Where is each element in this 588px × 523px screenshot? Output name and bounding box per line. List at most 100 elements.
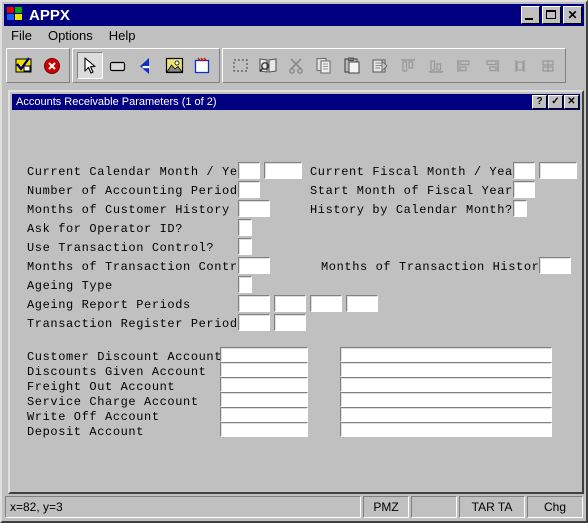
align-center-v-button[interactable] xyxy=(535,52,561,79)
label-ageing-report-periods: Ageing Report Periods xyxy=(27,298,191,312)
toolbar xyxy=(4,46,584,85)
use-transaction-control-input[interactable] xyxy=(239,242,251,258)
help-button[interactable]: ? xyxy=(532,95,547,109)
ageing-report-period-2-field[interactable] xyxy=(274,295,306,315)
write-off-account-field-a[interactable] xyxy=(220,407,308,426)
history-by-calendar-month-input[interactable] xyxy=(514,204,526,220)
write-off-account-field-b[interactable] xyxy=(340,407,552,426)
deposit-account-field-b[interactable] xyxy=(340,422,552,441)
confirm-button[interactable] xyxy=(11,52,37,79)
close-button[interactable]: ✕ xyxy=(563,6,582,24)
align-left-button[interactable] xyxy=(451,52,477,79)
child-window-titlebar[interactable]: Accounts Receivable Parameters (1 of 2) … xyxy=(12,94,580,110)
select-all-button[interactable] xyxy=(227,52,253,79)
toolbar-group-tools xyxy=(72,48,220,83)
properties-button[interactable] xyxy=(367,52,393,79)
toolbar-group-edit xyxy=(222,48,566,83)
rectangle-tool-button[interactable] xyxy=(105,52,131,79)
months-of-transaction-control-input[interactable] xyxy=(239,261,269,277)
deposit-account-field-a[interactable] xyxy=(220,422,308,441)
close-child-button[interactable]: ✕ xyxy=(564,95,579,109)
image-tool-button[interactable] xyxy=(161,52,187,79)
menu-help[interactable]: Help xyxy=(102,27,143,45)
customer-discount-account-field-b[interactable] xyxy=(340,347,552,366)
menu-options[interactable]: Options xyxy=(41,27,100,45)
use-transaction-control-field[interactable] xyxy=(238,238,252,258)
ageing-type-field[interactable] xyxy=(238,276,252,296)
discounts-given-account-field-b[interactable] xyxy=(340,362,552,381)
months-of-transaction-history-field[interactable] xyxy=(539,257,571,277)
number-of-accounting-periods-field[interactable] xyxy=(238,181,260,201)
service-charge-account-field-a[interactable] xyxy=(220,392,308,411)
accept-button[interactable]: ✓ xyxy=(548,95,563,109)
new-window-icon xyxy=(194,57,210,73)
customer-discount-account-field-a[interactable] xyxy=(220,347,308,366)
align-center-h-button[interactable] xyxy=(507,52,533,79)
months-of-customer-history-input[interactable] xyxy=(239,204,269,220)
menu-file[interactable]: File xyxy=(4,27,39,45)
start-month-of-fiscal-year-input[interactable] xyxy=(514,185,534,201)
minimize-button[interactable] xyxy=(521,6,540,24)
align-center-vertical-icon xyxy=(542,59,554,72)
form-area: Current Calendar Month / Year Number of … xyxy=(12,112,580,490)
align-right-button[interactable] xyxy=(479,52,505,79)
service-charge-account-field-b[interactable] xyxy=(340,392,552,411)
arrow-pointer-icon xyxy=(84,56,96,74)
discounts-given-account-field-a[interactable] xyxy=(220,362,308,381)
deposit-account-input-a[interactable] xyxy=(221,427,307,441)
ageing-type-input[interactable] xyxy=(239,280,251,296)
number-of-accounting-periods-input[interactable] xyxy=(239,185,259,201)
ask-for-operator-id-field[interactable] xyxy=(238,219,252,239)
window-titlebar[interactable]: APPX ✕ xyxy=(4,4,584,26)
label-ageing-type: Ageing Type xyxy=(27,279,113,293)
history-by-calendar-month-field[interactable] xyxy=(513,200,527,220)
maximize-button[interactable] xyxy=(542,6,561,24)
deposit-account-input-b[interactable] xyxy=(341,427,551,441)
current-fiscal-year-input[interactable] xyxy=(540,166,576,182)
minimize-icon xyxy=(525,18,533,20)
current-fiscal-year-field[interactable] xyxy=(539,162,577,182)
start-month-of-fiscal-year-field[interactable] xyxy=(513,181,535,201)
label-write-off-account: Write Off Account xyxy=(27,410,160,424)
ask-for-operator-id-input[interactable] xyxy=(239,223,251,239)
select-tool-button[interactable] xyxy=(77,52,103,79)
current-calendar-month-field[interactable] xyxy=(238,162,260,182)
transaction-register-period-2-field[interactable] xyxy=(274,314,306,334)
transaction-register-period-2-input[interactable] xyxy=(275,318,305,334)
ageing-report-period-4-field[interactable] xyxy=(346,295,378,315)
months-of-customer-history-field[interactable] xyxy=(238,200,270,220)
ageing-report-period-1-input[interactable] xyxy=(239,299,269,315)
freight-out-account-field-a[interactable] xyxy=(220,377,308,396)
current-fiscal-month-input[interactable] xyxy=(514,166,534,182)
copy-button[interactable] xyxy=(311,52,337,79)
document-properties-icon xyxy=(372,58,388,73)
label-number-of-accounting-periods: Number of Accounting Periods xyxy=(27,184,246,198)
months-of-transaction-control-field[interactable] xyxy=(238,257,270,277)
label-use-transaction-control: Use Transaction Control? xyxy=(27,241,215,255)
label-customer-discount-account: Customer Discount Account xyxy=(27,350,223,364)
current-fiscal-month-field[interactable] xyxy=(513,162,535,182)
ageing-report-period-3-field[interactable] xyxy=(310,295,342,315)
current-calendar-year-field[interactable] xyxy=(264,162,302,182)
ageing-report-period-4-input[interactable] xyxy=(347,299,377,315)
freight-out-account-field-b[interactable] xyxy=(340,377,552,396)
paste-button[interactable] xyxy=(339,52,365,79)
transaction-register-period-1-field[interactable] xyxy=(238,314,270,334)
transaction-register-period-1-input[interactable] xyxy=(239,318,269,334)
ageing-report-period-2-input[interactable] xyxy=(275,299,305,315)
status-state: Chg xyxy=(527,496,583,518)
new-window-tool-button[interactable] xyxy=(189,52,215,79)
align-top-button[interactable] xyxy=(395,52,421,79)
align-bottom-button[interactable] xyxy=(423,52,449,79)
text-tool-button[interactable] xyxy=(133,52,159,79)
label-history-by-calendar-month: History by Calendar Month? xyxy=(310,203,513,217)
current-calendar-month-input[interactable] xyxy=(239,166,259,182)
find-button[interactable] xyxy=(255,52,281,79)
ageing-report-period-1-field[interactable] xyxy=(238,295,270,315)
cut-button[interactable] xyxy=(283,52,309,79)
cancel-button[interactable] xyxy=(39,52,65,79)
application-window: APPX ✕ File Options Help Accounts Receiv… xyxy=(0,0,588,523)
ageing-report-period-3-input[interactable] xyxy=(311,299,341,315)
current-calendar-year-input[interactable] xyxy=(265,166,301,182)
months-of-transaction-history-input[interactable] xyxy=(540,261,570,277)
